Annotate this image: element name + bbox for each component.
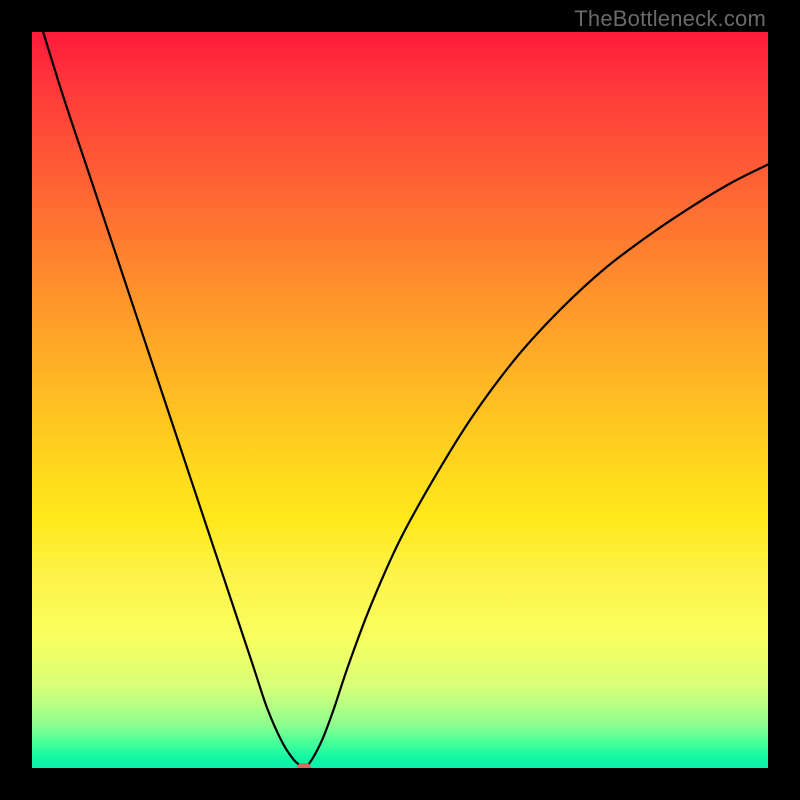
- chart-container: TheBottleneck.com: [0, 0, 800, 800]
- watermark-text: TheBottleneck.com: [574, 6, 766, 32]
- plot-area: [32, 32, 768, 768]
- bottleneck-curve: [32, 32, 768, 768]
- minimum-marker: [297, 763, 311, 768]
- curve-svg: [32, 32, 768, 768]
